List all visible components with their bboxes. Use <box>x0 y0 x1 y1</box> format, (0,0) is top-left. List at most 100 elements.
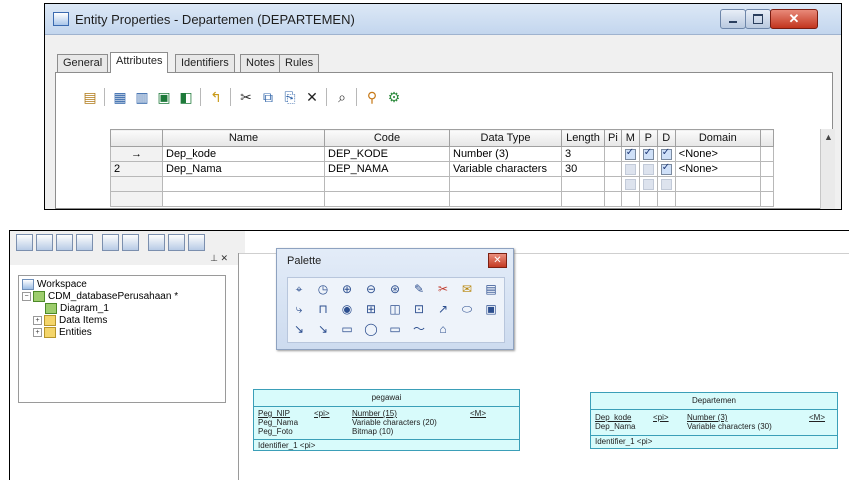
pointer-tool-icon[interactable]: ⌖ <box>292 282 306 296</box>
polygon-tool-icon[interactable]: ⌂ <box>436 322 450 336</box>
delete-icon[interactable]: ✕ <box>302 87 322 107</box>
column-header-pi[interactable]: Pi <box>604 129 622 147</box>
entity-departemen[interactable]: Departemen Dep_kode <pi> Number (3) <M> … <box>590 392 838 449</box>
primary-checkbox[interactable] <box>642 163 654 175</box>
note-tool-icon[interactable]: ⊡ <box>412 302 426 316</box>
filter-icon[interactable]: ⚲ <box>362 87 382 107</box>
collapse-icon[interactable]: − <box>22 292 31 301</box>
attribute-row[interactable]: Peg_NIP <pi> Number (15) <M> <box>254 409 519 418</box>
row-marker[interactable]: → <box>110 146 163 162</box>
oval-tool-icon[interactable]: ◯ <box>364 322 378 336</box>
cut-icon[interactable]: ✂ <box>236 87 256 107</box>
cell-pi[interactable] <box>604 161 622 177</box>
cell-m[interactable] <box>620 161 640 177</box>
column-header-d[interactable]: D <box>656 129 676 147</box>
ellipse-tool-icon[interactable]: ⬭ <box>460 302 474 316</box>
mandatory-checkbox[interactable] <box>624 163 636 175</box>
rounded-rectangle-tool-icon[interactable]: ▭ <box>388 322 402 336</box>
tree-item-entities[interactable]: + Entities <box>33 327 92 339</box>
zoom-in-tool-icon[interactable]: ⊕ <box>340 282 354 296</box>
column-header-length[interactable]: Length <box>561 129 605 147</box>
file-tool-icon[interactable]: ◫ <box>388 302 402 316</box>
expand-icon[interactable]: + <box>33 316 42 325</box>
palette-window[interactable]: Palette ✕ ⌖ ◷ ⊕ ⊖ ⊛ ✎ ✂ ✉ ▤ ⤷ ⊓ ◉ ⊞ ◫ ⊡ … <box>276 248 514 350</box>
toolbar-button-3-icon[interactable] <box>56 234 73 251</box>
cell-name[interactable]: Dep_Nama <box>162 161 325 177</box>
table-row-empty[interactable] <box>110 176 774 192</box>
tab-notes[interactable]: Notes <box>240 54 281 72</box>
entity-pegawai[interactable]: pegawai Peg_NIP <pi> Number (15) <M> Peg… <box>253 389 520 451</box>
toolbar-button-7-icon[interactable] <box>148 234 165 251</box>
palette-close-button[interactable]: ✕ <box>488 253 507 268</box>
reuse-attributes-icon[interactable]: ◧ <box>176 87 196 107</box>
customize-icon[interactable]: ⚙ <box>384 87 404 107</box>
attribute-row[interactable]: Peg_Foto Bitmap (10) <box>254 427 519 436</box>
toolbar-button-1-icon[interactable] <box>16 234 33 251</box>
properties-icon[interactable]: ▤ <box>80 87 100 107</box>
inheritance-tool-icon[interactable]: ⊓ <box>316 302 330 316</box>
add-row-icon[interactable]: ▦ <box>110 87 130 107</box>
tree-item-model[interactable]: − CDM_databasePerusahaan * <box>22 291 178 303</box>
add-attributes-icon[interactable]: ▣ <box>154 87 174 107</box>
tab-general[interactable]: General <box>57 54 109 72</box>
minimize-button[interactable] <box>720 9 746 29</box>
table-row[interactable]: → Dep_kode DEP_KODE Number (3) 3 <None> <box>110 146 774 162</box>
primary-checkbox[interactable] <box>642 147 654 160</box>
toolbar-button-8-icon[interactable] <box>168 234 185 251</box>
attribute-row[interactable]: Dep_Nama Variable characters (30) <box>591 422 837 431</box>
cell-p[interactable] <box>638 146 658 162</box>
close-button[interactable]: ✕ <box>770 9 818 29</box>
cell-data-type[interactable]: Number (3) <box>449 146 562 162</box>
properties-tool-icon[interactable]: ✎ <box>412 282 426 296</box>
entity-tool-icon[interactable]: ⤷ <box>292 302 306 316</box>
paste-icon[interactable]: ⎘ <box>280 87 300 107</box>
find-icon[interactable]: ⌕ <box>332 87 352 107</box>
package-tool-icon[interactable]: ▤ <box>484 282 498 296</box>
cell-domain[interactable]: <None> <box>674 146 761 162</box>
cell-d[interactable] <box>656 146 676 162</box>
frame-tool-icon[interactable]: ▣ <box>484 302 498 316</box>
cell-d[interactable] <box>656 161 676 177</box>
attribute-row[interactable]: Peg_Nama Variable characters (20) <box>254 418 519 427</box>
expand-icon[interactable]: + <box>33 328 42 337</box>
cell-data-type[interactable]: Variable characters <box>449 161 562 177</box>
toolbar-button-9-icon[interactable] <box>188 234 205 251</box>
toolbar-button-5-icon[interactable] <box>102 234 119 251</box>
column-header-data-type[interactable]: Data Type <box>449 129 562 147</box>
mandatory-checkbox[interactable] <box>624 147 636 160</box>
displayed-checkbox[interactable] <box>660 147 672 160</box>
cell-code[interactable]: DEP_NAMA <box>324 161 450 177</box>
toolbar-button-4-icon[interactable] <box>76 234 93 251</box>
rectangle-tool-icon[interactable]: ▭ <box>340 322 354 336</box>
cell-name[interactable]: Dep_kode <box>162 146 325 162</box>
maximize-button[interactable] <box>745 9 771 29</box>
arc-tool-icon[interactable]: ↘ <box>316 322 330 336</box>
cell-length[interactable]: 30 <box>561 161 605 177</box>
cell-length[interactable]: 3 <box>561 146 605 162</box>
open-view-tool-icon[interactable]: ⊛ <box>388 282 402 296</box>
grid-scrollbar[interactable]: ▲ <box>820 129 835 209</box>
tree-item-workspace[interactable]: Workspace <box>22 279 87 291</box>
tab-identifiers[interactable]: Identifiers <box>175 54 235 72</box>
displayed-checkbox[interactable] <box>660 162 672 175</box>
insert-row-icon[interactable]: ▥ <box>132 87 152 107</box>
polyline-tool-icon[interactable]: 〜 <box>412 322 426 336</box>
cell-m[interactable] <box>620 146 640 162</box>
tree-item-data-items[interactable]: + Data Items <box>33 315 107 327</box>
cell-pi[interactable] <box>604 146 622 162</box>
row-marker[interactable]: 2 <box>110 161 163 177</box>
image-tool-icon[interactable]: ✉ <box>460 282 474 296</box>
column-header-domain[interactable]: Domain <box>674 129 761 147</box>
column-header-p[interactable]: P <box>638 129 658 147</box>
scroll-up-icon[interactable]: ▲ <box>824 132 833 142</box>
table-row[interactable]: 2 Dep_Nama DEP_NAMA Variable characters … <box>110 161 774 177</box>
copy-icon[interactable]: ⧉ <box>258 87 278 107</box>
column-header-name[interactable]: Name <box>162 129 325 147</box>
toolbar-button-2-icon[interactable] <box>36 234 53 251</box>
cell-p[interactable] <box>638 161 658 177</box>
delete-tool-icon[interactable]: ✂ <box>436 282 450 296</box>
tab-attributes[interactable]: Attributes <box>110 52 169 73</box>
attribute-row[interactable]: Dep_kode <pi> Number (3) <M> <box>591 413 837 422</box>
link-tool-icon[interactable]: ↗ <box>436 302 450 316</box>
zoom-out-tool-icon[interactable]: ⊖ <box>364 282 378 296</box>
